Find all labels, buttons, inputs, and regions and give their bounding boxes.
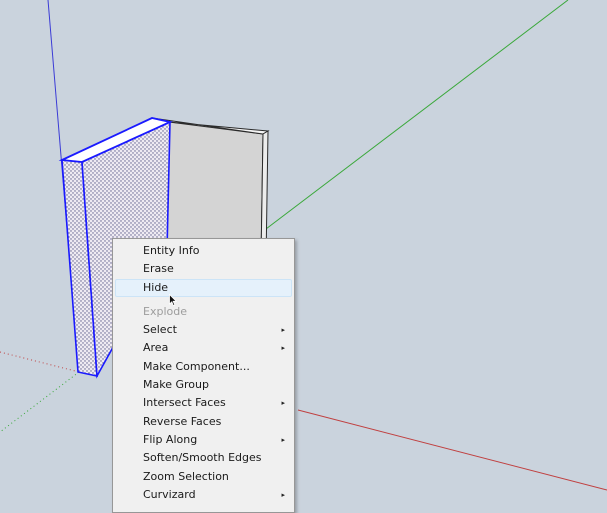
- menu-item-label: Select: [143, 323, 177, 337]
- menu-item-select[interactable]: Select ▸: [115, 321, 292, 339]
- menu-item-label: Make Component...: [143, 359, 250, 373]
- menu-item-label: Erase: [143, 262, 174, 276]
- menu-item-label: Flip Along: [143, 432, 198, 446]
- menu-item-curvizard[interactable]: Curvizard ▸: [115, 486, 292, 504]
- green-axis-hidden: [0, 371, 80, 433]
- menu-item-reverse-faces[interactable]: Reverse Faces: [115, 413, 292, 431]
- red-axis-hidden: [0, 351, 80, 373]
- green-axis: [261, 0, 569, 233]
- menu-item-label: Area: [143, 341, 169, 355]
- menu-item-entity-info[interactable]: Entity Info: [115, 242, 292, 260]
- submenu-arrow-icon: ▸: [281, 326, 285, 335]
- submenu-arrow-icon: ▸: [281, 490, 285, 499]
- arrow-pointer-icon: [169, 294, 177, 307]
- menu-item-hide[interactable]: Hide: [115, 278, 292, 297]
- menu-item-label: Soften/Smooth Edges: [143, 451, 262, 465]
- submenu-arrow-icon: ▸: [281, 435, 285, 444]
- menu-item-make-component[interactable]: Make Component...: [115, 358, 292, 376]
- menu-item-make-group[interactable]: Make Group: [115, 376, 292, 394]
- menu-item-area[interactable]: Area ▸: [115, 339, 292, 357]
- context-menu: Entity Info Erase Hide Explode Select ▸ A…: [112, 238, 295, 513]
- menu-item-label: Intersect Faces: [143, 396, 226, 410]
- submenu-arrow-icon: ▸: [281, 399, 285, 408]
- red-axis: [297, 409, 607, 491]
- menu-item-label: Zoom Selection: [143, 469, 229, 483]
- menu-item-label: Make Group: [143, 378, 209, 392]
- menu-item-label: Explode: [143, 304, 187, 318]
- menu-item-zoom-selection[interactable]: Zoom Selection: [115, 468, 292, 486]
- menu-item-label: Reverse Faces: [143, 414, 222, 428]
- menu-item-explode: Explode: [115, 303, 292, 321]
- menu-item-label: Hide: [143, 280, 169, 294]
- menu-item-flip-along[interactable]: Flip Along ▸: [115, 431, 292, 449]
- menu-item-intersect-faces[interactable]: Intersect Faces ▸: [115, 394, 292, 412]
- menu-item-label: Entity Info: [143, 244, 200, 257]
- submenu-arrow-icon: ▸: [281, 344, 285, 353]
- menu-item-erase[interactable]: Erase: [115, 260, 292, 278]
- modeling-viewport[interactable]: [0, 0, 607, 499]
- menu-item-soften-smooth-edges[interactable]: Soften/Smooth Edges: [115, 449, 292, 467]
